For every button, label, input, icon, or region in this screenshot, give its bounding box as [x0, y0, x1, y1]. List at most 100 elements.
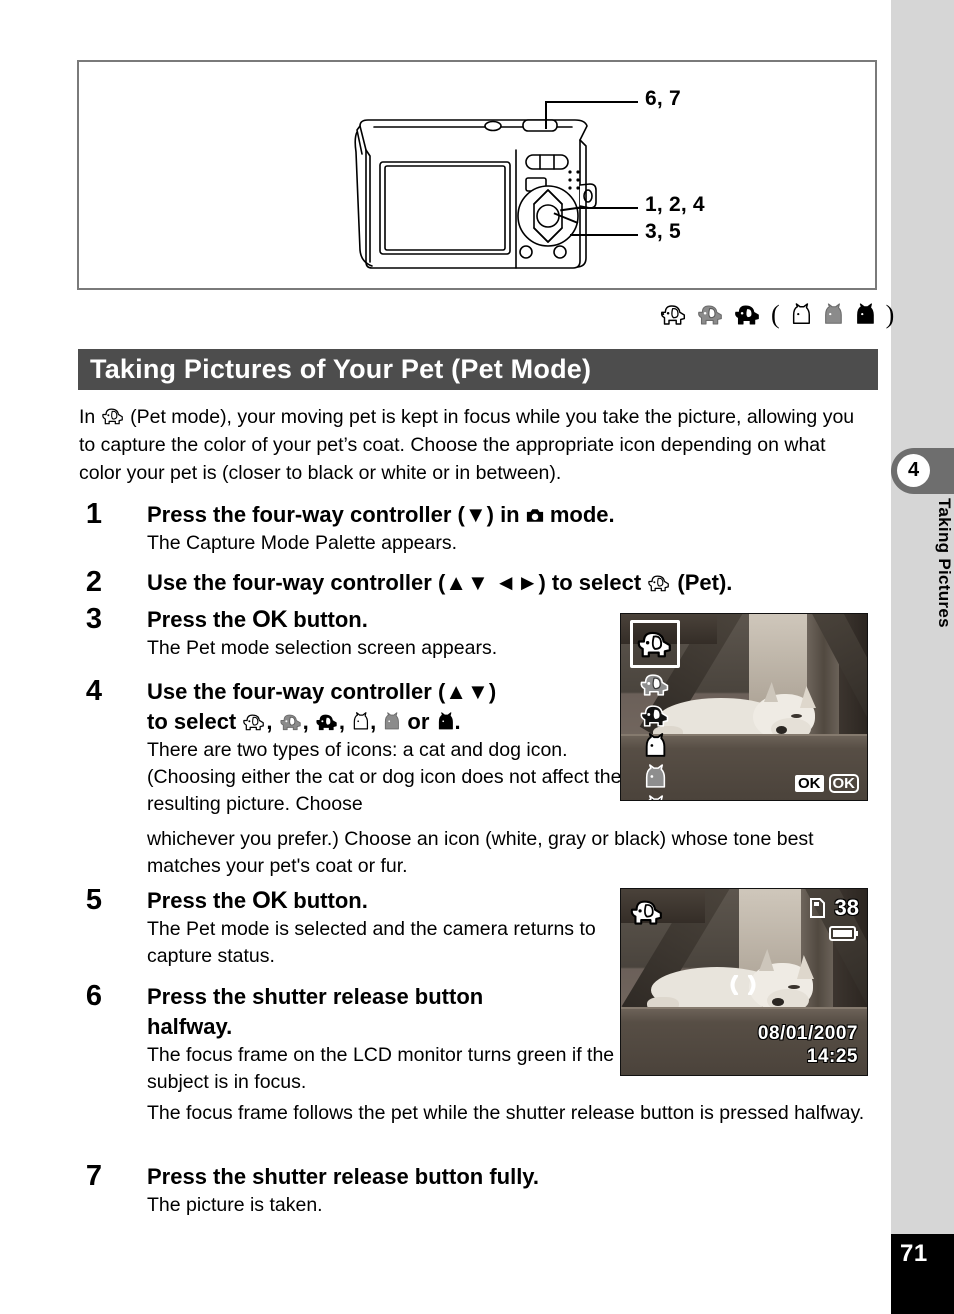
step-2-number: 2	[85, 566, 103, 598]
dog-white-icon	[637, 631, 671, 658]
dog-photo-eye	[791, 714, 802, 718]
callout-label-3-5: 3, 5	[645, 220, 681, 243]
dog-gray-icon	[698, 305, 722, 325]
step-7-number: 7	[85, 1160, 103, 1192]
section-title: Taking Pictures of Your Pet (Pet Mode)	[90, 354, 592, 384]
ok-confirm-hint: OK OK	[795, 774, 859, 793]
cat-gray-icon	[824, 303, 842, 324]
sep-4: ,	[370, 709, 383, 734]
step-5-number: 5	[85, 884, 103, 916]
leader-line-35	[570, 234, 638, 236]
cat-gray-icon	[385, 712, 400, 730]
paren-open: (	[771, 300, 780, 329]
step-3-heading-a: Press the	[147, 607, 253, 632]
camera-illustration	[354, 119, 597, 269]
capture-date: 08/01/2007	[757, 1023, 858, 1044]
frames-remaining-group: 38	[809, 895, 859, 921]
dog-white-icon	[648, 575, 670, 592]
step-4-heading-prefix: to select	[147, 709, 243, 734]
step-2-heading-b: (Pet).	[671, 570, 733, 595]
pet-mode-icon-row: ( )	[660, 300, 894, 330]
focus-frame-icon	[725, 974, 761, 996]
dog-white-icon	[243, 714, 265, 731]
step-2-heading: Use the four-way controller (▲▼ ◄►) to s…	[147, 568, 937, 598]
capture-mode-pet-icon	[629, 897, 665, 932]
step-7-heading: Press the shutter release button fully.	[147, 1164, 540, 1189]
pet-icon-selection-column[interactable]	[627, 620, 683, 800]
lcd-capture-screen: 38 08/01/2007 14:25	[620, 888, 868, 1076]
step-3-body: The Pet mode selection screen appears.	[147, 637, 498, 659]
pet-option-dog-white[interactable]	[630, 620, 680, 668]
intro-paragraph: In (Pet mode), your moving pet is kept i…	[79, 403, 869, 487]
dog-photo-nose	[772, 998, 784, 1006]
step-4-number: 4	[85, 675, 103, 707]
step-1-number: 1	[85, 498, 103, 530]
pet-option-cat-black[interactable]	[632, 793, 678, 800]
dog-black-icon	[316, 714, 337, 731]
ok-key-label: OK	[795, 775, 824, 792]
cat-black-icon	[856, 303, 874, 324]
cat-gray-icon	[645, 763, 666, 788]
sep-1: ,	[266, 709, 279, 734]
leader-line-124	[578, 207, 638, 209]
step-5-body: The Pet mode is selected and the camera …	[147, 918, 596, 967]
pet-option-cat-gray[interactable]	[632, 762, 678, 792]
step-1-body: The Capture Mode Palette appears.	[147, 532, 458, 554]
step-3-heading-b: button.	[287, 607, 368, 632]
chapter-number-badge: 4	[897, 454, 930, 487]
step-6-number: 6	[85, 980, 103, 1012]
step-5-heading-a: Press the	[147, 888, 253, 913]
paren-close: )	[885, 300, 895, 329]
capture-mode-icon	[526, 509, 543, 522]
step-6-heading-line1: Press the shutter release button	[147, 984, 484, 1009]
step-1-heading: Press the four-way controller (▼) in mod…	[147, 500, 927, 530]
step-5-heading: Press the OK button.	[147, 886, 627, 916]
step-4-body: There are two types of icons: a cat and …	[147, 739, 622, 815]
ok-button-glyph: OK	[252, 887, 288, 914]
ok-round-label: OK	[828, 774, 859, 793]
dog-black-icon	[640, 704, 669, 727]
step-1-heading-b: mode.	[543, 502, 615, 527]
dog-white-icon	[101, 408, 123, 425]
callout-label-1-2-4: 1, 2, 4	[645, 193, 705, 216]
dog-photo-eye	[788, 985, 800, 989]
pet-option-cat-white[interactable]	[632, 731, 678, 761]
or-text: or	[401, 709, 436, 734]
date-time-stamp: 08/01/2007 14:25	[758, 1022, 858, 1068]
step-3-heading: Press the OK button.	[147, 605, 647, 635]
callout-label-6-7: 6, 7	[645, 87, 681, 110]
cat-black-icon	[648, 794, 664, 800]
intro-text-after: (Pet mode), your moving pet is kept in f…	[79, 406, 855, 484]
intro-text-before: In	[79, 406, 101, 428]
step-4-heading-line2: to select , , , , or .	[147, 707, 647, 737]
cat-white-icon	[353, 712, 369, 730]
cat-black-icon	[438, 712, 453, 730]
step-4-heading-line1: Use the four-way controller (▲▼)	[147, 679, 497, 704]
sep-2: ,	[302, 709, 315, 734]
dog-white-icon	[660, 305, 686, 325]
step-6-heading-line2: halfway.	[147, 1014, 233, 1039]
pet-option-dog-black[interactable]	[632, 700, 678, 730]
pet-option-dog-gray[interactable]	[632, 669, 678, 699]
dog-black-icon	[735, 305, 759, 325]
step-2-heading-a: Use the four-way controller (▲▼ ◄►) to s…	[147, 570, 648, 595]
step-4-body-continued: whichever you prefer.) Choose an icon (w…	[147, 828, 814, 877]
frames-remaining-count: 38	[834, 895, 859, 920]
page-number: 71	[900, 1240, 928, 1267]
cat-white-icon	[645, 732, 666, 757]
step-6-body: The focus frame on the LCD monitor turns…	[147, 1044, 615, 1093]
ok-button-glyph: OK	[252, 606, 288, 633]
step-3-number: 3	[85, 603, 103, 635]
leader-line-67-vertical	[545, 101, 547, 129]
dog-photo-nose	[776, 726, 787, 734]
lcd-pet-mode-selection-screen: OK OK	[620, 613, 868, 801]
capture-time: 14:25	[806, 1046, 858, 1067]
dog-white-icon	[630, 900, 662, 925]
end-period: .	[454, 709, 461, 734]
step-7-body: The picture is taken.	[147, 1194, 323, 1216]
battery-full-icon	[829, 925, 859, 947]
step-5-heading-b: button.	[287, 888, 368, 913]
dog-gray-icon	[640, 673, 669, 696]
step-1-heading-a: Press the four-way controller (▼) in	[147, 502, 526, 527]
dog-gray-icon	[280, 714, 301, 731]
